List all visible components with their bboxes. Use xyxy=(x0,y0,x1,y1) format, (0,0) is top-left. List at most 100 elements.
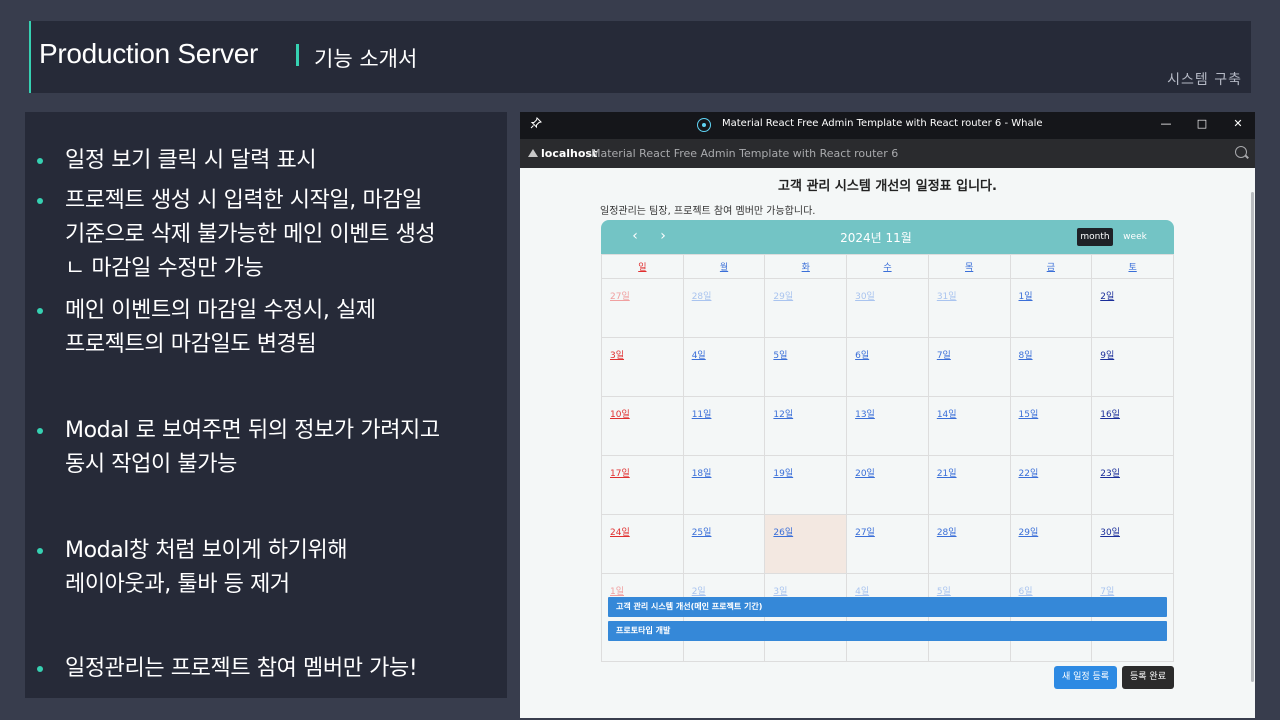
calendar-day-cell[interactable]: 3일 xyxy=(764,573,848,662)
calendar-day-cell[interactable]: 16일 xyxy=(1091,396,1174,456)
day-link[interactable]: 22일 xyxy=(1019,469,1039,479)
new-event-button[interactable]: 새 일정 등록 xyxy=(1054,666,1117,689)
calendar-day-cell[interactable]: 2일 xyxy=(682,573,766,662)
day-link[interactable]: 5일 xyxy=(773,351,787,361)
minimize-button[interactable]: — xyxy=(1156,115,1176,133)
weekday-header[interactable]: 일 xyxy=(601,254,684,279)
day-link[interactable]: 28일 xyxy=(692,292,712,302)
day-link[interactable]: 6일 xyxy=(855,351,869,361)
calendar-day-cell[interactable]: 7일 xyxy=(927,337,1011,397)
calendar-day-cell[interactable]: 29일 xyxy=(1009,514,1093,574)
weekday-header[interactable]: 토 xyxy=(1091,254,1174,279)
day-link[interactable]: 1일 xyxy=(610,587,624,597)
day-link[interactable]: 4일 xyxy=(855,587,869,597)
day-link[interactable]: 11일 xyxy=(692,410,712,420)
day-link[interactable]: 30일 xyxy=(855,292,875,302)
weekday-header[interactable]: 월 xyxy=(682,254,766,279)
calendar-day-cell[interactable]: 5일 xyxy=(927,573,1011,662)
day-link[interactable]: 2일 xyxy=(1100,292,1114,302)
calendar-day-cell[interactable]: 29일 xyxy=(764,278,848,338)
calendar-day-cell[interactable]: 8일 xyxy=(1009,337,1093,397)
calendar-day-cell[interactable]: 5일 xyxy=(764,337,848,397)
calendar-day-cell[interactable]: 20일 xyxy=(846,455,929,515)
day-link[interactable]: 28일 xyxy=(937,528,957,538)
day-link[interactable]: 20일 xyxy=(855,469,875,479)
day-link[interactable]: 31일 xyxy=(937,292,957,302)
month-view-button[interactable]: month xyxy=(1077,228,1113,246)
calendar-day-cell[interactable]: 19일 xyxy=(764,455,848,515)
day-link[interactable]: 12일 xyxy=(773,410,793,420)
day-link[interactable]: 8일 xyxy=(1019,351,1033,361)
event-prototype[interactable]: 프로토타입 개발 xyxy=(608,621,1167,641)
calendar-day-cell[interactable]: 31일 xyxy=(927,278,1011,338)
day-link[interactable]: 27일 xyxy=(855,528,875,538)
day-link[interactable]: 13일 xyxy=(855,410,875,420)
weekday-header[interactable]: 수 xyxy=(846,254,929,279)
close-button[interactable]: ✕ xyxy=(1228,115,1248,133)
calendar-day-cell[interactable]: 13일 xyxy=(846,396,929,456)
calendar-day-cell[interactable]: 18일 xyxy=(682,455,766,515)
calendar-day-cell[interactable]: 23일 xyxy=(1091,455,1174,515)
calendar-day-cell[interactable]: 1일 xyxy=(1009,278,1093,338)
event-main-project[interactable]: 고객 관리 시스템 개선(메인 프로젝트 기간) xyxy=(608,597,1167,617)
calendar-day-cell[interactable]: 6일 xyxy=(1009,573,1093,662)
day-link[interactable]: 4일 xyxy=(692,351,706,361)
calendar-day-cell[interactable]: 9일 xyxy=(1091,337,1174,397)
calendar-day-cell[interactable]: 24일 xyxy=(601,514,684,574)
maximize-button[interactable]: □ xyxy=(1192,115,1212,133)
calendar-day-cell[interactable]: 7일 xyxy=(1091,573,1174,662)
weekday-header[interactable]: 목 xyxy=(927,254,1011,279)
weekday-header[interactable]: 화 xyxy=(764,254,848,279)
day-link[interactable]: 16일 xyxy=(1100,410,1120,420)
calendar-day-cell[interactable]: 28일 xyxy=(682,278,766,338)
calendar-day-cell[interactable]: 30일 xyxy=(1091,514,1174,574)
pin-icon[interactable] xyxy=(528,117,544,133)
day-link[interactable]: 25일 xyxy=(692,528,712,538)
week-view-button[interactable]: week xyxy=(1119,228,1151,246)
day-link[interactable]: 30일 xyxy=(1100,528,1120,538)
calendar-day-cell[interactable]: 6일 xyxy=(846,337,929,397)
calendar-day-cell[interactable]: 14일 xyxy=(927,396,1011,456)
day-link[interactable]: 2일 xyxy=(692,587,706,597)
address-page-title[interactable]: Material React Free Admin Template with … xyxy=(591,147,898,160)
calendar-day-cell[interactable]: 4일 xyxy=(682,337,766,397)
day-link[interactable]: 14일 xyxy=(937,410,957,420)
calendar-day-cell[interactable]: 17일 xyxy=(601,455,684,515)
calendar-day-cell-today[interactable]: 26일 xyxy=(764,514,848,574)
zoom-icon[interactable] xyxy=(1235,146,1247,158)
day-link[interactable]: 19일 xyxy=(773,469,793,479)
day-link[interactable]: 10일 xyxy=(610,410,630,420)
address-bar[interactable]: localhost Material React Free Admin Temp… xyxy=(520,139,1255,168)
day-link[interactable]: 27일 xyxy=(610,292,630,302)
calendar-day-cell[interactable]: 15일 xyxy=(1009,396,1093,456)
day-link[interactable]: 1일 xyxy=(1019,292,1033,302)
calendar-day-cell[interactable]: 25일 xyxy=(682,514,766,574)
day-link[interactable]: 29일 xyxy=(773,292,793,302)
day-link[interactable]: 9일 xyxy=(1100,351,1114,361)
warning-icon[interactable] xyxy=(528,149,538,157)
day-link[interactable]: 24일 xyxy=(610,528,630,538)
address-host[interactable]: localhost xyxy=(541,147,597,160)
day-link[interactable]: 7일 xyxy=(937,351,951,361)
calendar-day-cell[interactable]: 3일 xyxy=(601,337,684,397)
day-link[interactable]: 26일 xyxy=(773,528,793,538)
calendar-day-cell[interactable]: 4일 xyxy=(846,573,929,662)
day-link[interactable]: 23일 xyxy=(1100,469,1120,479)
day-link[interactable]: 3일 xyxy=(773,587,787,597)
calendar-day-cell[interactable]: 11일 xyxy=(682,396,766,456)
calendar-day-cell[interactable]: 1일 xyxy=(601,573,684,662)
calendar-day-cell[interactable]: 21일 xyxy=(927,455,1011,515)
day-link[interactable]: 3일 xyxy=(610,351,624,361)
calendar-day-cell[interactable]: 28일 xyxy=(927,514,1011,574)
day-link[interactable]: 29일 xyxy=(1019,528,1039,538)
day-link[interactable]: 6일 xyxy=(1019,587,1033,597)
weekday-header[interactable]: 금 xyxy=(1009,254,1093,279)
day-link[interactable]: 18일 xyxy=(692,469,712,479)
calendar-day-cell[interactable]: 27일 xyxy=(846,514,929,574)
calendar-day-cell[interactable]: 10일 xyxy=(601,396,684,456)
done-button[interactable]: 등록 완료 xyxy=(1122,666,1174,689)
calendar-day-cell[interactable]: 30일 xyxy=(846,278,929,338)
calendar-day-cell[interactable]: 2일 xyxy=(1091,278,1174,338)
day-link[interactable]: 7일 xyxy=(1100,587,1114,597)
calendar-day-cell[interactable]: 22일 xyxy=(1009,455,1093,515)
